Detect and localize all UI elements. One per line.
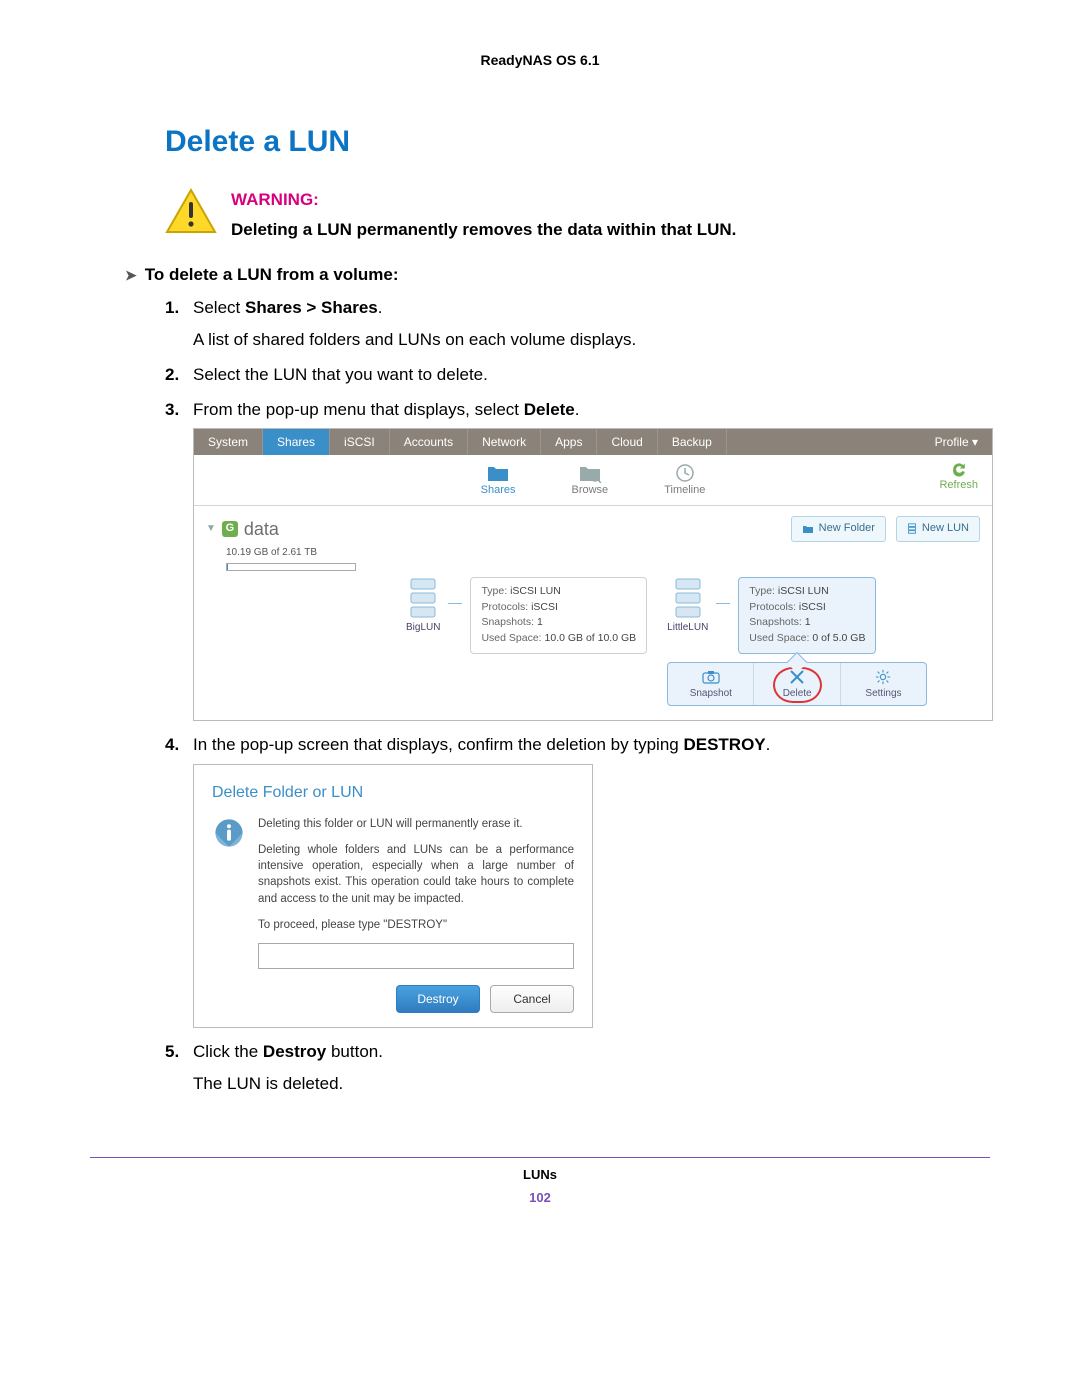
tab-system[interactable]: System [194,429,263,455]
step-bold: Shares > Shares [245,298,378,317]
volume-badge-icon: G [222,521,238,537]
tab-accounts[interactable]: Accounts [390,429,468,455]
step-4: In the pop-up screen that displays, conf… [165,733,990,1027]
lun-info: Type: iSCSI LUN Protocols: iSCSI Snapsho… [470,577,647,654]
step-2: Select the LUN that you want to delete. [165,363,990,388]
clock-icon [673,463,697,483]
profile-menu[interactable]: Profile ▾ [921,429,992,455]
step-bold: Delete [524,400,575,419]
lun-stack-icon [674,577,702,619]
volume-progress [226,563,356,571]
subnav-browse[interactable]: Browse [564,461,617,501]
cancel-button[interactable]: Cancel [490,985,574,1013]
step-text: From the pop-up menu that displays, sele… [193,400,524,419]
dialog-text: Deleting this folder or LUN will permane… [258,816,574,832]
footer-page-number: 102 [90,1189,990,1208]
lun-card-biglun[interactable]: BigLUN Type: iSCSI LUN Protocols: iSCSI … [406,577,647,707]
volume-name: data [244,516,279,542]
step-5: Click the Destroy button. The LUN is del… [165,1040,990,1097]
tab-network[interactable]: Network [468,429,541,455]
tab-cloud[interactable]: Cloud [597,429,657,455]
dialog-text: Deleting whole folders and LUNs can be a… [258,842,574,906]
dialog-text: To proceed, please type "DESTROY" [258,917,574,933]
lun-name: BigLUN [406,621,440,636]
tab-apps[interactable]: Apps [541,429,597,455]
refresh-button[interactable]: Refresh [939,461,978,494]
step-sub: The LUN is deleted. [193,1072,990,1097]
gear-icon [875,669,891,685]
screenshot-delete-dialog: Delete Folder or LUN Deleting this folde… [193,764,593,1028]
menu-label: Snapshot [690,687,732,702]
procedure-arrow-icon: ➤ [125,267,137,283]
step-bold: DESTROY [683,735,765,754]
subnav-label: Refresh [939,478,978,494]
main-tabs: System Shares iSCSI Accounts Network App… [194,429,992,455]
screenshot-shares-ui: System Shares iSCSI Accounts Network App… [193,428,993,721]
folder-icon [486,463,510,483]
warning-label: WARNING: [231,188,736,213]
subnav-label: Browse [572,483,609,499]
procedure-title: To delete a LUN from a volume: [145,265,399,284]
menu-label: Delete [783,687,812,702]
menu-snapshot[interactable]: Snapshot [668,663,754,706]
subnav-label: Shares [481,483,516,499]
lun-icon [907,523,917,535]
folder-icon [802,524,814,534]
tab-iscsi[interactable]: iSCSI [330,429,390,455]
section-title: Delete a LUN [165,120,990,164]
delete-icon [789,669,805,685]
step-text: . [575,400,580,419]
destroy-button[interactable]: Destroy [396,985,480,1013]
step-text: . [378,298,383,317]
tab-shares[interactable]: Shares [263,429,330,455]
button-label: New Folder [819,521,875,537]
subnav-label: Timeline [664,483,705,499]
new-lun-button[interactable]: New LUN [896,516,980,542]
lun-info: Type: iSCSI LUN Protocols: iSCSI Snapsho… [738,577,876,654]
lun-card-littlelun[interactable]: LittleLUN Type: iSCSI LUN Protocols: iSC… [667,577,927,654]
step-text: . [766,735,771,754]
menu-label: Settings [865,687,901,702]
step-1: Select Shares > Shares. A list of shared… [165,296,990,353]
lun-stack-icon [409,577,437,619]
info-icon [212,816,246,969]
new-folder-button[interactable]: New Folder [791,516,886,542]
lun-context-menu: Snapshot Delete [667,662,927,707]
menu-settings[interactable]: Settings [841,663,926,706]
browse-icon [578,463,602,483]
step-text: button. [326,1042,383,1061]
menu-delete[interactable]: Delete [754,663,840,706]
destroy-confirm-input[interactable] [258,943,574,969]
step-text: Select the LUN that you want to delete. [193,365,488,384]
step-sub: A list of shared folders and LUNs on eac… [193,328,990,353]
doc-header: ReadyNAS OS 6.1 [90,50,990,70]
procedure-heading: ➤ To delete a LUN from a volume: [125,263,990,288]
dialog-title: Delete Folder or LUN [212,781,574,804]
refresh-icon [949,461,969,478]
step-3: From the pop-up menu that displays, sele… [165,398,990,722]
volume-caret-icon[interactable]: ▼ [206,522,216,537]
button-label: New LUN [922,521,969,537]
step-text: Click the [193,1042,263,1061]
footer-label: LUNs [90,1166,990,1185]
subnav-timeline[interactable]: Timeline [656,461,713,501]
step-text: Select [193,298,245,317]
page-footer: LUNs 102 [90,1166,990,1208]
snapshot-icon [701,669,721,685]
volume-usage: 10.19 GB of 2.61 TB [226,546,980,561]
step-text: In the pop-up screen that displays, conf… [193,735,683,754]
sub-nav: Shares Browse Timeline Refresh [194,455,992,506]
step-bold: Destroy [263,1042,326,1061]
tab-backup[interactable]: Backup [658,429,727,455]
warning-block: WARNING: Deleting a LUN permanently remo… [165,188,990,243]
warning-text: Deleting a LUN permanently removes the d… [231,218,736,243]
lun-name: LittleLUN [667,621,708,636]
footer-rule [90,1157,990,1158]
warning-icon [165,188,217,236]
subnav-shares[interactable]: Shares [473,461,524,501]
